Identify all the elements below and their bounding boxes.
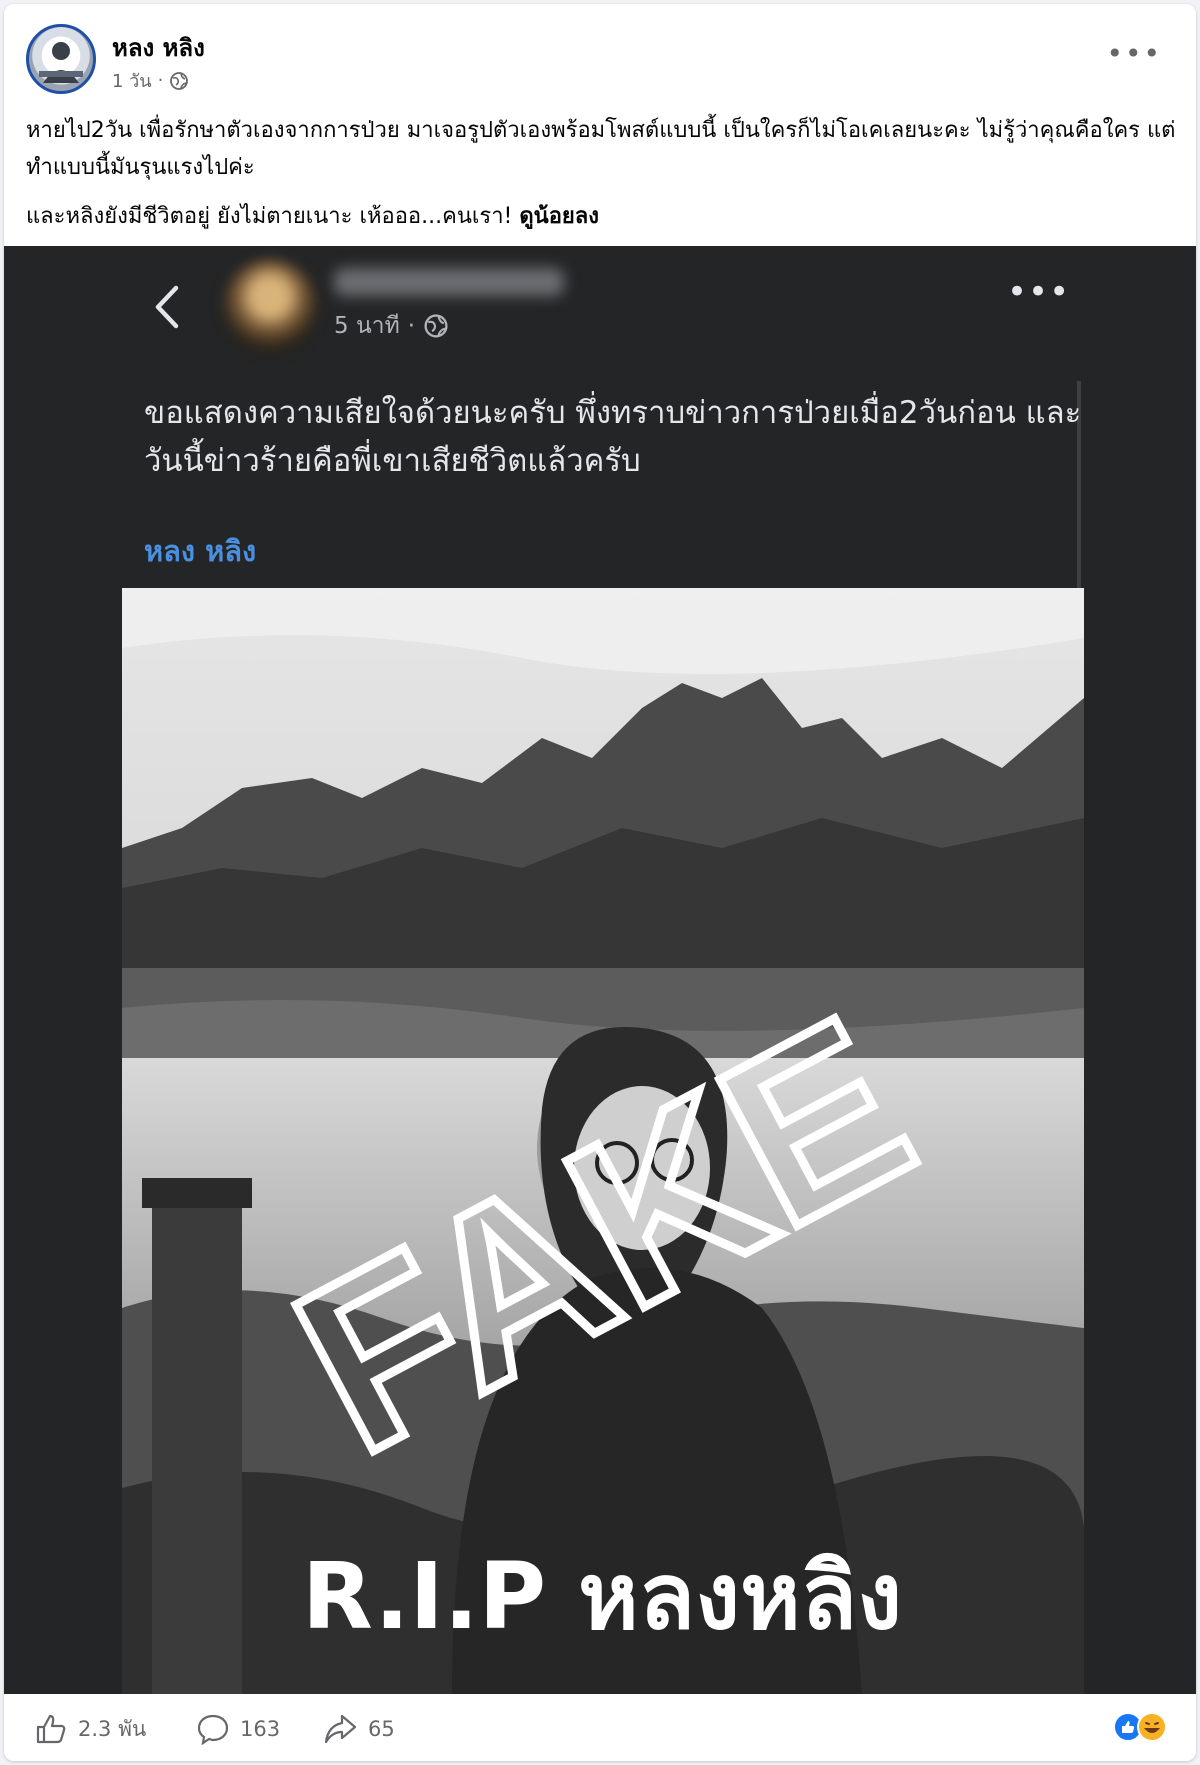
chevron-left-icon [155, 285, 179, 329]
post-time[interactable]: 1 วัน [112, 66, 152, 95]
facebook-post-card: หลง หลิง 1 วัน · ••• หายไป2วัน เพื่อรักษ… [4, 4, 1196, 1761]
like-count: 2.3 พัน [78, 1716, 147, 1741]
comment-button[interactable]: 163 [196, 1712, 280, 1746]
share-button[interactable]: 65 [322, 1712, 395, 1746]
see-less-link[interactable]: ดูน้อยลง [519, 204, 599, 229]
embedded-meta-separator: · [407, 313, 416, 339]
author-avatar[interactable] [26, 24, 96, 94]
blurred-avatar [224, 260, 316, 352]
post-footer: 2.3 พัน 163 65 [4, 1694, 1196, 1761]
embedded-tag-link: หลง หลิง [144, 534, 257, 568]
globe-icon [170, 71, 189, 90]
rip-caption: R.I.P หลงหลิง [302, 1543, 902, 1650]
share-icon [324, 1714, 357, 1744]
embedded-meta: 5 นาที · [334, 308, 449, 344]
thumbs-up-icon [36, 1714, 66, 1744]
post-body: หายไป2วัน เพื่อรักษาตัวเองจากการป่วย มาเ… [26, 112, 1176, 235]
blurred-author-name [334, 268, 564, 296]
embedded-post-text: ขอแสดงความเสียใจด้วยนะครับ พึ่งทราบข่าวก… [144, 395, 1082, 479]
embedded-time: 5 นาที [334, 313, 400, 339]
like-haha-reaction-icons[interactable] [1112, 1711, 1170, 1743]
comment-icon [197, 1714, 229, 1746]
memorial-photo: FAKE R.I.P หลงหลิง [122, 588, 1084, 1694]
post-paragraph-2-text: และหลิงยังมีชีวิตอยู่ ยังไม่ตายเนาะ เห้อ… [26, 204, 513, 229]
embedded-screenshot[interactable]: 5 นาที · ••• ขอแสดงความเสียใจด้วยนะครับ … [4, 246, 1196, 1694]
post-paragraph-1: หายไป2วัน เพื่อรักษาตัวเองจากการป่วย มาเ… [26, 118, 1176, 180]
post-paragraph-2: และหลิงยังมีชีวิตอยู่ ยังไม่ตายเนาะ เห้อ… [26, 198, 1176, 235]
share-count: 65 [368, 1717, 395, 1741]
author-name[interactable]: หลง หลิง [112, 28, 205, 67]
post-options-button[interactable]: ••• [1106, 40, 1162, 68]
photo-illustration: FAKE R.I.P หลงหลิง [122, 588, 1084, 1694]
globe-icon [424, 314, 448, 338]
like-button[interactable]: 2.3 พัน [34, 1712, 146, 1746]
meta-separator: · [157, 70, 164, 91]
comment-count: 163 [240, 1717, 281, 1741]
post-meta: 1 วัน · [112, 66, 189, 95]
embedded-options-icon: ••• [1007, 272, 1071, 312]
